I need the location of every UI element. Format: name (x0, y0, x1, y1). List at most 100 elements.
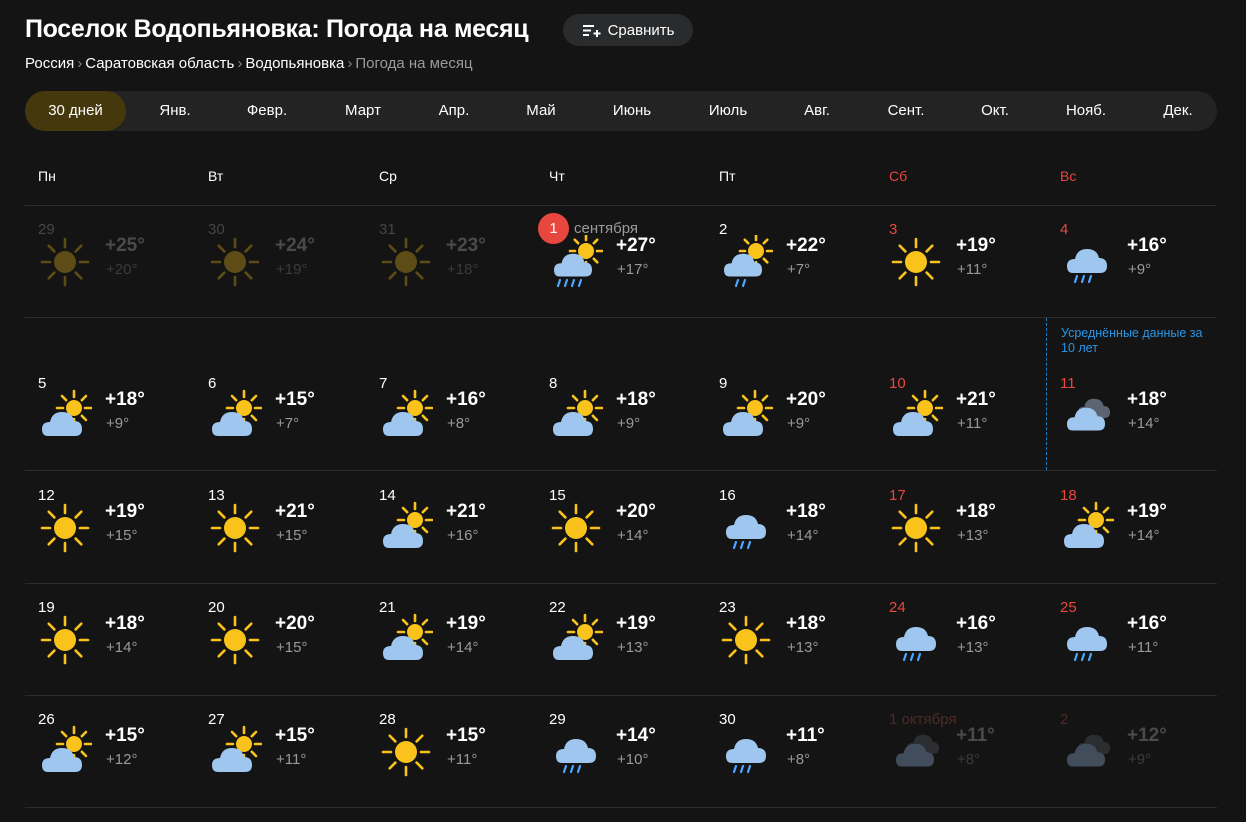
day-cell[interactable]: 2 +12° +9° (1047, 711, 1217, 791)
day-cell[interactable]: 19 +18° +14° (25, 599, 195, 679)
tab-4[interactable]: Апр. (439, 91, 470, 131)
day-temp-high: +15° (446, 725, 486, 746)
tab-9[interactable]: Сент. (888, 91, 925, 131)
day-temp-high: +18° (956, 501, 996, 522)
sun-icon (208, 501, 262, 555)
day-cell[interactable]: 22 +19° +13° (536, 599, 706, 679)
day-temp-low: +9° (617, 415, 641, 432)
tab-11[interactable]: Нояб. (1066, 91, 1106, 131)
sun-icon (38, 501, 92, 555)
day-cell[interactable]: 13 +21° +15° (195, 487, 365, 567)
compare-label: Сравнить (607, 21, 675, 39)
day-temp-high: +22° (786, 235, 826, 256)
tab-12[interactable]: Дек. (1163, 91, 1192, 131)
tab-10[interactable]: Окт. (981, 91, 1009, 131)
breadcrumb-separator: › (237, 55, 243, 72)
day-cell[interactable]: 2 +22° +7° (706, 221, 876, 301)
partly-cloudy-light-rain-icon (719, 233, 774, 289)
sun-icon (38, 613, 92, 667)
day-temp-low: +20° (106, 261, 138, 278)
day-temp-high: +15° (275, 389, 315, 410)
tab-2[interactable]: Февр. (247, 91, 287, 131)
row-divider (25, 807, 1217, 808)
day-cell[interactable]: 21 +19° +14° (366, 599, 536, 679)
sun-icon (208, 235, 262, 289)
tab-8[interactable]: Авг. (804, 91, 830, 131)
day-cell[interactable]: 1 октября +11° +8° (876, 711, 1046, 791)
day-cell[interactable]: 14 +21° +16° (366, 487, 536, 567)
breadcrumb-russia[interactable]: Россия (25, 55, 74, 72)
day-temp-high: +15° (275, 725, 315, 746)
day-cell[interactable]: 16 +18° +14° (706, 487, 876, 567)
day-cell[interactable]: 5 +18° +9° (25, 375, 195, 455)
day-temp-low: +10° (617, 751, 649, 768)
day-cell[interactable]: 29 +14° +10° (536, 711, 706, 791)
tab-7[interactable]: Июль (709, 91, 747, 131)
day-cell[interactable]: 9 +20° +9° (706, 375, 876, 455)
day-temp-low: +15° (276, 639, 308, 656)
partly-cloudy-icon (379, 389, 434, 443)
partly-cloudy-icon (379, 613, 434, 667)
day-cell[interactable]: 24 +16° +13° (876, 599, 1046, 679)
day-temp-low: +13° (787, 639, 819, 656)
day-temp-high: +18° (105, 389, 145, 410)
day-temp-low: +7° (787, 261, 811, 278)
breadcrumb-locality[interactable]: Водопьяновка (245, 55, 344, 72)
day-temp-high: +18° (786, 501, 826, 522)
day-temp-low: +13° (617, 639, 649, 656)
day-cell[interactable]: 26 +15° +12° (25, 711, 195, 791)
sun-icon (719, 613, 773, 667)
row-divider (25, 583, 1217, 584)
day-cell[interactable]: 6 +15° +7° (195, 375, 365, 455)
day-cell[interactable]: 18 +19° +14° (1047, 487, 1217, 567)
tab-1[interactable]: Янв. (159, 91, 190, 131)
partly-cloudy-icon (719, 389, 774, 443)
day-cell[interactable]: 17 +18° +13° (876, 487, 1046, 567)
day-temp-low: +9° (1128, 261, 1152, 278)
day-cell[interactable]: 15 +20° +14° (536, 487, 706, 567)
tab-5[interactable]: Май (526, 91, 555, 131)
partly-cloudy-icon (549, 389, 604, 443)
day-cell[interactable]: 29 +25° +20° (25, 221, 195, 301)
partly-cloudy-icon (889, 389, 944, 443)
day-temp-high: +25° (105, 235, 145, 256)
day-temp-low: +14° (106, 639, 138, 656)
today-badge: 1 (538, 213, 569, 244)
day-cell[interactable]: 20 +20° +15° (195, 599, 365, 679)
day-cell[interactable]: 23 +18° +13° (706, 599, 876, 679)
day-cell[interactable]: 30 +11° +8° (706, 711, 876, 791)
compare-button[interactable]: Сравнить (563, 14, 693, 46)
day-temp-low: +7° (276, 415, 300, 432)
day-temp-high: +15° (105, 725, 145, 746)
day-cell[interactable]: 27 +15° +11° (195, 711, 365, 791)
day-cell[interactable]: 31 +23° +18° (366, 221, 536, 301)
partly-cloudy-icon (549, 613, 604, 667)
day-temp-high: +11° (786, 725, 825, 746)
breadcrumb-region[interactable]: Саратовская область (85, 55, 234, 72)
day-temp-low: +11° (276, 751, 307, 768)
day-cell[interactable]: 4 +16° +9° (1047, 221, 1217, 301)
day-cell[interactable]: 10 +21° +11° (876, 375, 1046, 455)
row-divider (25, 317, 1217, 318)
sun-icon (38, 235, 92, 289)
day-cell[interactable]: 28 +15° +11° (366, 711, 536, 791)
day-cell[interactable]: 8 +18° +9° (536, 375, 706, 455)
rain-cloud-icon (719, 725, 773, 779)
day-temp-high: +12° (1127, 725, 1167, 746)
cloudy-icon (1060, 725, 1114, 779)
day-cell[interactable]: 3 +19° +11° (876, 221, 1046, 301)
day-cell[interactable]: 30 +24° +19° (195, 221, 365, 301)
day-cell[interactable]: 7 +16° +8° (366, 375, 536, 455)
day-temp-low: +9° (787, 415, 811, 432)
day-cell[interactable]: 25 +16° +11° (1047, 599, 1217, 679)
day-cell[interactable]: 11 +18° +14° (1047, 375, 1217, 455)
tab-0[interactable]: 30 дней (25, 91, 126, 131)
day-temp-low: +14° (787, 527, 819, 544)
day-temp-low: +19° (276, 261, 308, 278)
averaged-data-divider (1046, 318, 1047, 470)
weekday-header: Чт (549, 168, 565, 184)
tab-6[interactable]: Июнь (613, 91, 651, 131)
tab-3[interactable]: Март (345, 91, 381, 131)
breadcrumb-separator: › (347, 55, 353, 72)
day-cell[interactable]: 12 +19° +15° (25, 487, 195, 567)
